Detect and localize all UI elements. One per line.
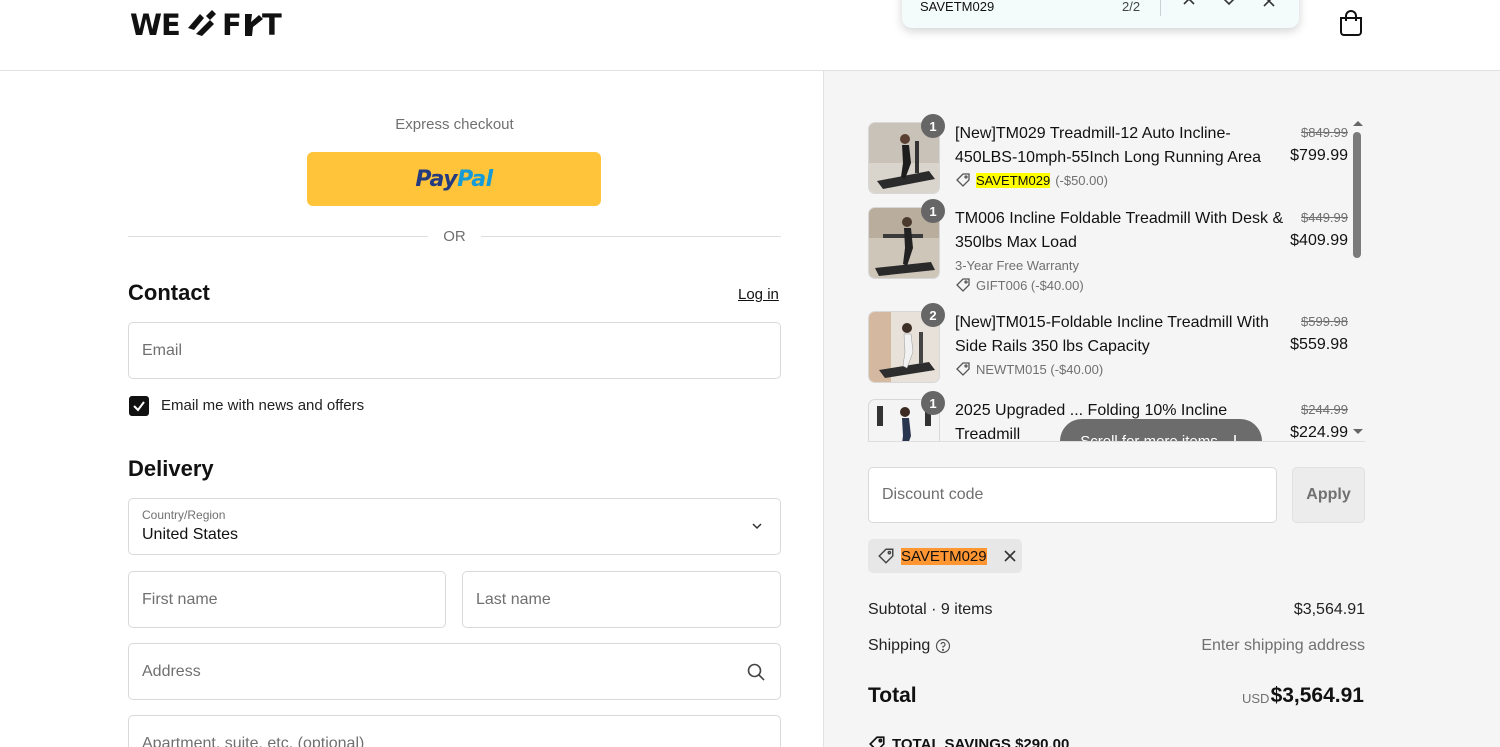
or-divider: OR: [128, 227, 781, 247]
tag-icon: [869, 736, 885, 747]
divider-line-right: [481, 236, 781, 237]
country-label: Country/Region: [142, 508, 226, 522]
quantity-badge: 1: [921, 391, 945, 415]
express-checkout-label: Express checkout: [395, 116, 514, 133]
wefit-logo[interactable]: WE F T: [130, 6, 290, 40]
login-link[interactable]: Log in: [738, 286, 779, 303]
paypal-logo-pay: Pay: [415, 166, 458, 192]
item-title: [New]TM029 Treadmill-12 Auto Incline-450…: [955, 125, 1261, 166]
first-name-placeholder: First name: [142, 590, 218, 608]
quantity-badge: 2: [921, 303, 945, 327]
shipping-value: Enter shipping address: [1201, 637, 1365, 654]
total-savings-text: TOTAL SAVINGS $290.00: [892, 735, 1070, 747]
sale-price: $559.98: [1290, 336, 1348, 353]
apartment-placeholder: Apartment, suite, etc. (optional): [142, 734, 365, 747]
item-title: TM006 Incline Foldable Treadmill With De…: [955, 210, 1284, 251]
last-name-field[interactable]: Last name: [462, 571, 781, 628]
original-price: $849.99: [1301, 125, 1348, 140]
item-discount-amount: (-$50.00): [1055, 172, 1108, 188]
email-field[interactable]: Email: [128, 322, 781, 379]
subtotal-row: Subtotal · 9 items $3,564.91: [868, 601, 1365, 619]
apartment-field[interactable]: Apartment, suite, etc. (optional): [128, 715, 781, 747]
scrollbar-thumb[interactable]: [1353, 132, 1361, 258]
svg-text:WE: WE: [130, 8, 180, 40]
subtotal-label: Subtotal · 9 items: [868, 601, 993, 618]
delivery-title: Delivery: [128, 456, 214, 481]
arrow-down-icon: [1233, 435, 1236, 441]
total-label: Total: [868, 684, 917, 707]
svg-text:T: T: [262, 8, 282, 40]
item-discount-code: GIFT006 (-$40.00): [976, 277, 1084, 293]
shipping-label: Shipping: [868, 637, 931, 654]
svg-text:F: F: [222, 8, 241, 40]
country-value: United States: [142, 526, 239, 543]
search-icon: [747, 663, 765, 681]
last-name-placeholder: Last name: [476, 590, 551, 608]
find-in-page-bar: SAVETM029 2/2: [902, 0, 1299, 28]
order-summary: 1 [New]TM029 Treadmill-12 Auto Incline-4…: [823, 71, 1500, 747]
sale-price: $409.99: [1290, 232, 1348, 249]
original-price: $449.99: [1301, 210, 1348, 225]
total-value: $3,564.91: [1270, 684, 1364, 707]
tag-icon: [956, 362, 970, 376]
item-discount: NEWTM015 (-$40.00): [955, 361, 1103, 377]
tag-icon: [956, 278, 970, 292]
newsletter-label: Email me with news and offers: [161, 397, 365, 414]
item-discount: SAVETM029 (-$50.00): [955, 172, 1108, 188]
apply-discount-button[interactable]: Apply: [1292, 467, 1365, 523]
address-field[interactable]: Address: [128, 643, 781, 700]
quantity-badge: 1: [921, 199, 945, 223]
country-select[interactable]: Country/Region United States: [128, 498, 781, 555]
applied-discount-chip: SAVETM029: [868, 539, 1022, 573]
discount-placeholder: Discount code: [882, 486, 984, 503]
chevron-down-icon: [752, 523, 762, 530]
sale-price: $799.99: [1290, 147, 1348, 164]
item-discount-code: SAVETM029: [976, 172, 1051, 188]
chevron-down-icon[interactable]: [1218, 0, 1240, 12]
quantity-badge: 1: [921, 114, 945, 138]
chevron-up-icon[interactable]: [1178, 0, 1200, 12]
paypal-button[interactable]: Pay Pal: [307, 152, 601, 206]
address-placeholder: Address: [142, 662, 201, 680]
original-price: $599.98: [1301, 314, 1348, 329]
contact-title: Contact: [128, 280, 210, 305]
item-subtitle: 3-Year Free Warranty: [955, 258, 1080, 273]
close-icon[interactable]: [1258, 0, 1280, 12]
sale-price: $224.99: [1290, 424, 1348, 441]
paypal-logo-pal: Pal: [457, 166, 493, 192]
tag-icon: [956, 173, 970, 187]
item-discount-code: NEWTM015 (-$40.00): [976, 361, 1104, 377]
shipping-row: Shipping Enter shipping address: [868, 637, 1365, 655]
newsletter-checkbox[interactable]: [129, 396, 149, 416]
cart-items-list[interactable]: 1 [New]TM029 Treadmill-12 Auto Incline-4…: [868, 114, 1365, 442]
find-count: 2/2: [1122, 0, 1141, 14]
applied-code: SAVETM029: [901, 547, 987, 565]
scroll-more-button[interactable]: Scroll for more items: [1060, 419, 1262, 442]
checkmark-icon: [133, 401, 145, 412]
tag-icon: [878, 548, 894, 564]
find-query[interactable]: SAVETM029: [920, 0, 994, 14]
scroll-up-arrow[interactable]: [1351, 118, 1365, 128]
find-divider: [1160, 0, 1161, 16]
checkout-form: Express checkout Pay Pal OR Contact Log i…: [0, 71, 823, 747]
item-discount: GIFT006 (-$40.00): [955, 277, 1084, 293]
subtotal-value: $3,564.91: [1293, 601, 1365, 618]
original-price: $244.99: [1301, 402, 1348, 417]
scroll-down-arrow[interactable]: [1351, 427, 1365, 437]
help-icon[interactable]: [935, 638, 951, 654]
total-currency: USD: [1242, 691, 1270, 706]
email-placeholder: Email: [142, 341, 183, 359]
remove-discount-icon[interactable]: [1003, 549, 1017, 563]
scroll-hint-label: Scroll for more items: [1080, 432, 1218, 442]
shopping-bag-icon[interactable]: [1338, 9, 1364, 37]
first-name-field[interactable]: First name: [128, 571, 446, 628]
discount-code-field[interactable]: Discount code: [868, 467, 1277, 523]
total-savings: TOTAL SAVINGS $290.00: [868, 735, 1069, 747]
item-title: [New]TM015-Foldable Incline Treadmill Wi…: [955, 314, 1269, 355]
